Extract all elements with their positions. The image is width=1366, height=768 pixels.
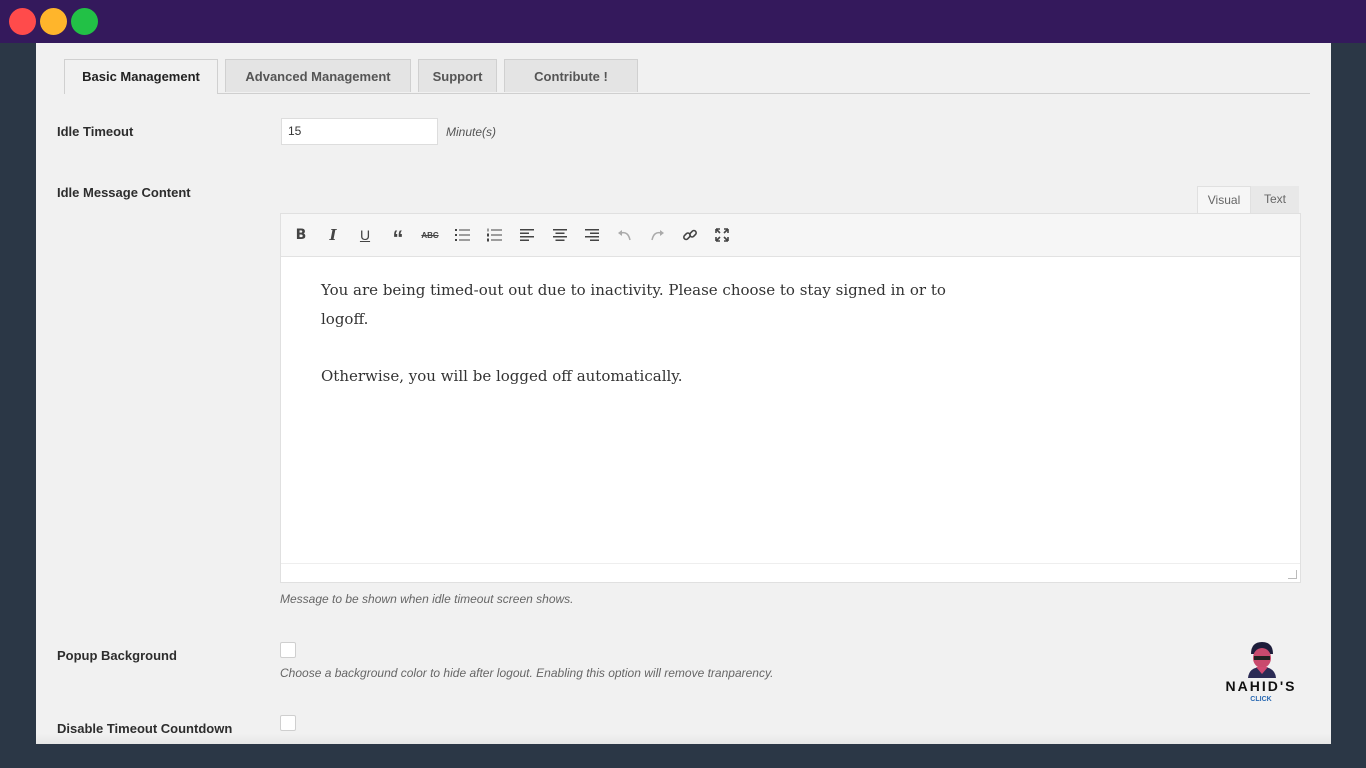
- editor-content[interactable]: You are being timed-out out due to inact…: [321, 276, 961, 391]
- message-editor: B I U “ ABC You are being timed-out out …: [280, 213, 1301, 583]
- italic-icon[interactable]: I: [322, 225, 344, 245]
- maximize-window-button[interactable]: [71, 8, 98, 35]
- numbered-list-icon[interactable]: [484, 225, 506, 245]
- watermark-logo: NAHID'S CLICK: [1218, 640, 1304, 708]
- message-paragraph-2: Otherwise, you will be logged off automa…: [321, 367, 683, 385]
- message-paragraph-1: You are being timed-out out due to inact…: [321, 281, 946, 328]
- bold-icon[interactable]: B: [290, 225, 312, 245]
- disable-countdown-checkbox[interactable]: [280, 715, 296, 731]
- tab-contribute[interactable]: Contribute !: [504, 59, 638, 92]
- editor-toolbar: B I U “ ABC: [281, 214, 1300, 257]
- align-center-icon[interactable]: [549, 225, 571, 245]
- blockquote-icon[interactable]: “: [387, 225, 409, 250]
- message-hint: Message to be shown when idle timeout sc…: [280, 592, 574, 606]
- settings-panel: Basic Management Advanced Management Sup…: [36, 43, 1331, 744]
- editor-statusbar: [281, 563, 1300, 582]
- tab-support[interactable]: Support: [418, 59, 497, 92]
- editor-tab-text[interactable]: Text: [1251, 186, 1299, 213]
- align-left-icon[interactable]: [516, 225, 538, 245]
- bullet-list-icon[interactable]: [452, 225, 474, 245]
- editor-tab-visual[interactable]: Visual: [1197, 186, 1251, 214]
- idle-timeout-label: Idle Timeout: [57, 124, 134, 139]
- popup-background-label: Popup Background: [57, 648, 177, 663]
- redo-icon[interactable]: [646, 225, 668, 245]
- settings-tabs: Basic Management Advanced Management Sup…: [64, 59, 1310, 94]
- popup-background-hint: Choose a background color to hide after …: [280, 666, 774, 680]
- align-right-icon[interactable]: [581, 225, 603, 245]
- avatar-icon: [1248, 642, 1276, 678]
- undo-icon[interactable]: [614, 225, 636, 245]
- fullscreen-icon[interactable]: [711, 225, 733, 245]
- minimize-window-button[interactable]: [40, 8, 67, 35]
- close-window-button[interactable]: [9, 8, 36, 35]
- link-icon[interactable]: [679, 225, 701, 245]
- watermark-title: NAHID'S: [1225, 678, 1297, 694]
- resize-handle-icon[interactable]: [1288, 570, 1297, 579]
- scroll-fade: [36, 734, 1331, 744]
- idle-timeout-input[interactable]: 15: [281, 118, 438, 145]
- idle-timeout-unit: Minute(s): [446, 125, 497, 139]
- strikethrough-icon[interactable]: ABC: [419, 225, 441, 245]
- tab-basic-management[interactable]: Basic Management: [64, 59, 218, 94]
- underline-icon[interactable]: U: [354, 225, 376, 245]
- popup-background-checkbox[interactable]: [280, 642, 296, 658]
- window-titlebar: [0, 0, 1366, 43]
- tab-advanced-management[interactable]: Advanced Management: [225, 59, 411, 92]
- watermark-sub: CLICK: [1250, 696, 1272, 703]
- idle-message-label: Idle Message Content: [57, 185, 191, 200]
